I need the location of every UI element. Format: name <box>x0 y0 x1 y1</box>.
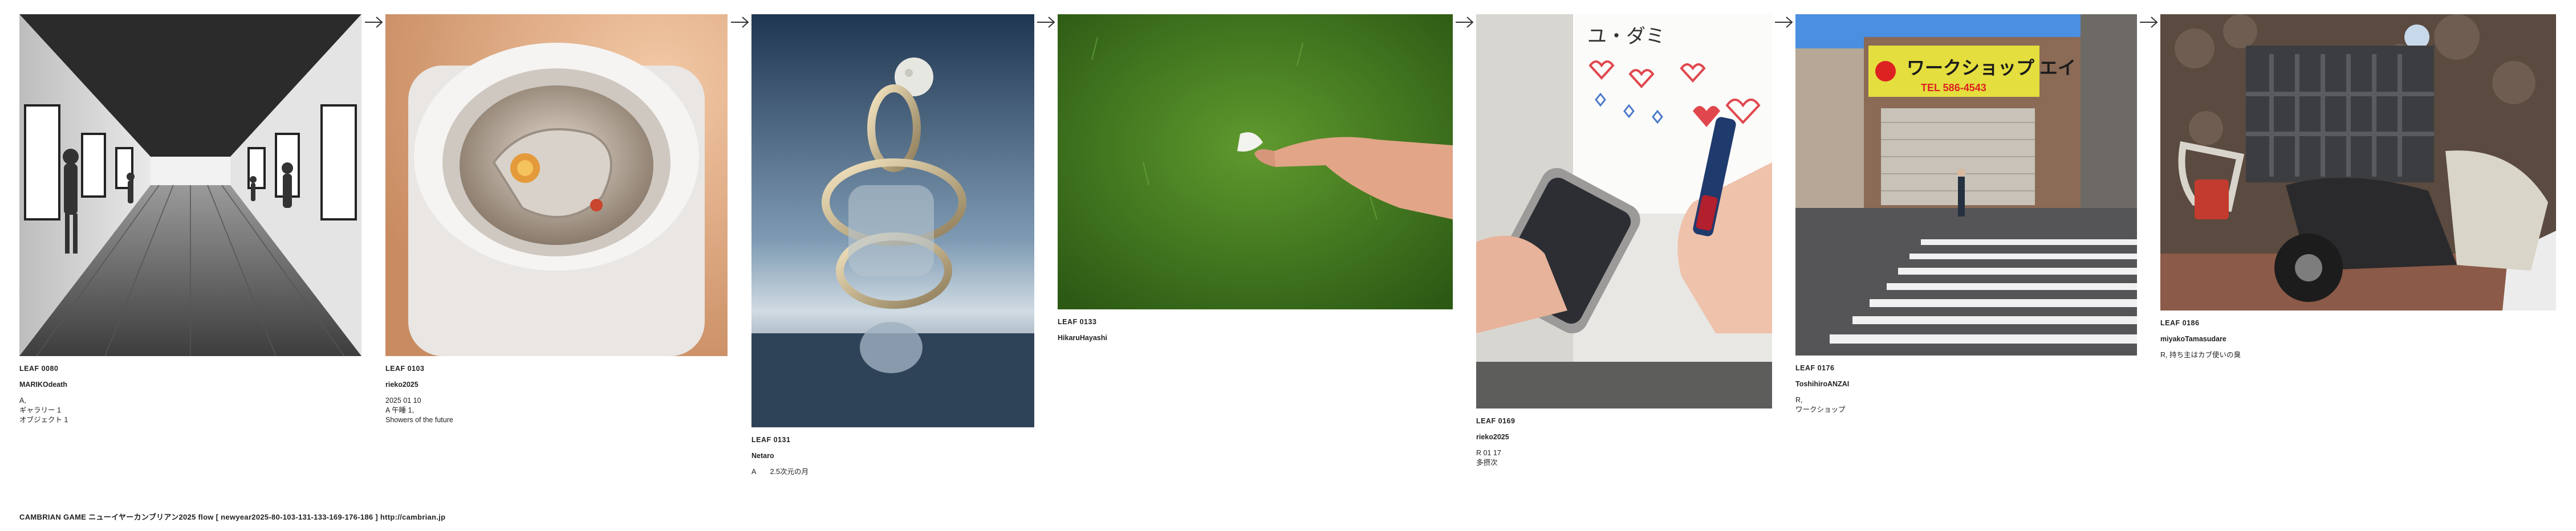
leaf-card-0103[interactable]: LEAF 0103 rieko2025 2025 01 10 A 午睡 1, S… <box>385 14 728 425</box>
flow-arrow-icon <box>1775 17 1793 28</box>
leaf-caption: R, 持ち主はカブ使いの臭 <box>2160 351 2241 359</box>
leaf-id: LEAF 0133 <box>1058 318 1097 326</box>
leaf-id: LEAF 0080 <box>19 365 59 373</box>
leaf-author[interactable]: rieko2025 <box>385 380 728 390</box>
leaf-caption: 2025 01 10 A 午睡 1, Showers of the future <box>385 397 453 424</box>
shop-phone-text: TEL 586-4543 <box>1921 82 1986 93</box>
grass-hand-photo[interactable] <box>1058 14 1453 309</box>
leaf-card-0186[interactable]: LEAF 0186 miyakoTamasudare R, 持ち主はカブ使いの臭 <box>2160 14 2556 360</box>
scooter-photo[interactable] <box>2160 14 2556 311</box>
leaf-id: LEAF 0103 <box>385 365 425 373</box>
moon-sculpture-image[interactable] <box>751 14 1034 427</box>
shop-sign-text: ワークショップ エイト <box>1907 58 2094 78</box>
flow-arrow-icon <box>365 17 383 28</box>
leaf-id: LEAF 0186 <box>2160 319 2200 327</box>
leaf-caption: A, ギャラリー 1 オブジェクト 1 <box>19 397 68 424</box>
leaf-caption: R 01 17 多摂次 <box>1476 449 1501 467</box>
leaf-author[interactable]: miyakoTamasudare <box>2160 334 2556 344</box>
leaf-author[interactable]: rieko2025 <box>1476 432 1772 442</box>
leaf-id: LEAF 0169 <box>1476 417 1515 425</box>
flow-arrow-icon <box>1037 17 1055 28</box>
leaf-card-0131[interactable]: LEAF 0131 Netaro A 2.5次元の月 <box>751 14 1034 477</box>
flow-arrow-icon <box>731 17 749 28</box>
leaf-id: LEAF 0131 <box>751 436 791 444</box>
leaf-author[interactable]: Netaro <box>751 451 1034 461</box>
leaf-caption: R, ワークショップ <box>1795 396 1846 414</box>
leaf-caption: A 2.5次元の月 <box>751 468 809 476</box>
leaf-card-0176[interactable]: ワークショップ エイト TEL 586-4543 LEAF 0176 Toshi… <box>1795 14 2137 415</box>
flow-arrow-icon <box>1456 17 1474 28</box>
whiteboard-phone-photo[interactable]: ユ・ダミ <box>1476 14 1772 409</box>
flow-footer[interactable]: CAMBRIAN GAME ニューイヤーカンブリアン2025 flow [ ne… <box>19 511 445 522</box>
flow-arrow-icon <box>2140 17 2158 28</box>
leaf-card-0169[interactable]: ユ・ダミ LEAF 0169 rieko2025 R 01 17 多摂次 <box>1476 14 1772 468</box>
leaf-card-0133[interactable]: LEAF 0133 HikaruHayashi <box>1058 14 1453 349</box>
workshop-street-photo[interactable]: ワークショップ エイト TEL 586-4543 <box>1795 14 2137 356</box>
leaf-author[interactable]: ToshihiroANZAI <box>1795 379 2137 389</box>
leaf-card-0080[interactable]: LEAF 0080 MARIKOdeath A, ギャラリー 1 オブジェクト … <box>19 14 361 425</box>
machine-photo[interactable] <box>385 14 728 356</box>
leaf-id: LEAF 0176 <box>1795 364 1835 372</box>
leaf-author[interactable]: MARIKOdeath <box>19 380 361 390</box>
gallery-photo[interactable] <box>19 14 361 356</box>
whiteboard-text: ユ・ダミ <box>1587 26 1665 47</box>
leaf-author[interactable]: HikaruHayashi <box>1058 333 1453 343</box>
